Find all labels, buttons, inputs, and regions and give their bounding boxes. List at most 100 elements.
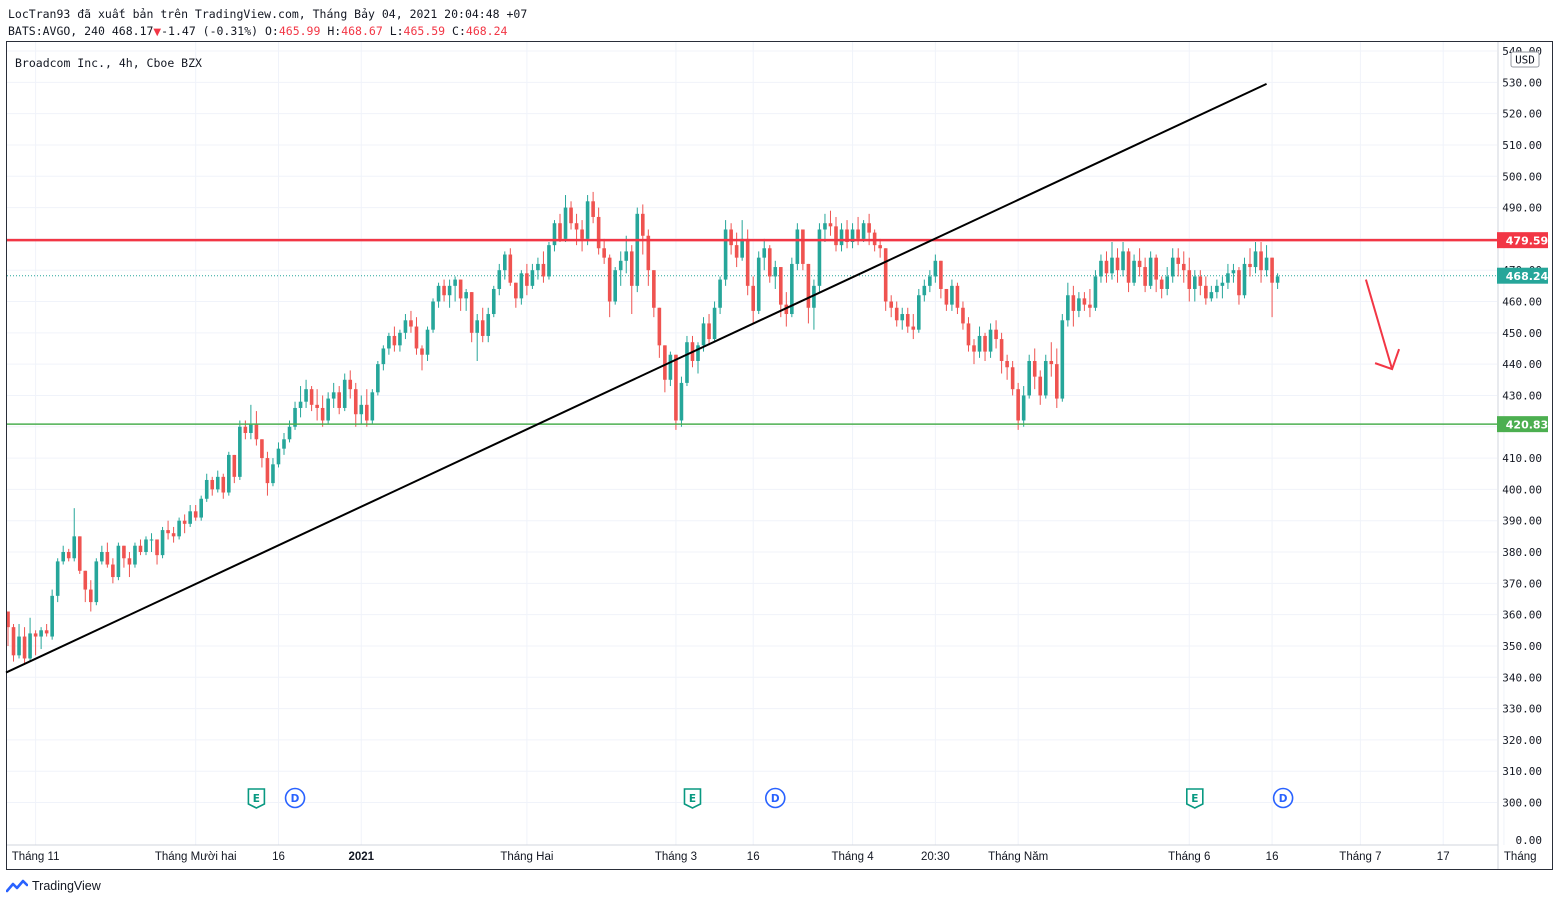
candle-up — [398, 332, 402, 346]
candle-up — [988, 329, 993, 352]
x-tick-label: Tháng 6 — [1168, 851, 1210, 863]
candle-down — [806, 263, 811, 308]
candle-up — [436, 285, 441, 302]
x-tick-label: Tháng Mười hai — [155, 851, 237, 863]
candle-down — [558, 223, 562, 239]
candle-up — [342, 379, 347, 408]
candle-down — [883, 248, 888, 302]
candle-down — [221, 476, 226, 493]
trend-line — [5, 82, 1267, 674]
x-tick-label: Tháng 3 — [655, 851, 697, 863]
candle-down — [966, 323, 971, 346]
y-tick-label: 400.00 — [1502, 483, 1542, 496]
earnings-label: E — [1191, 793, 1198, 805]
candle-up — [133, 545, 137, 565]
candle-up — [1132, 260, 1136, 283]
candle-up — [287, 426, 292, 440]
candle-down — [591, 201, 595, 217]
candle-down — [1154, 257, 1158, 280]
candle-up — [387, 335, 391, 349]
candle-up — [238, 426, 242, 477]
candle-down — [1016, 389, 1020, 421]
candle-up — [1209, 292, 1214, 299]
candle-up — [326, 398, 330, 421]
candle-down — [1270, 257, 1274, 283]
candle-down — [939, 260, 943, 289]
candle-up — [701, 323, 706, 346]
candle-up — [817, 229, 822, 286]
candle-down — [193, 511, 198, 518]
candle-down — [77, 536, 82, 571]
y-tick-label: 360.00 — [1502, 609, 1542, 622]
candle-up — [900, 314, 905, 321]
candle-up — [28, 633, 32, 659]
candle-up — [552, 223, 557, 246]
tradingview-footer[interactable]: TradingView — [6, 879, 101, 893]
candle-down — [999, 339, 1004, 361]
candle-up — [613, 270, 617, 302]
y-tick-label: 530.00 — [1502, 76, 1542, 89]
candle-up — [696, 345, 700, 361]
candle-up — [1220, 282, 1225, 286]
candle-up — [1165, 276, 1169, 289]
candle-down — [1204, 285, 1208, 299]
candle-down — [232, 454, 237, 477]
candle-down — [1082, 298, 1087, 305]
candle-up — [1077, 298, 1081, 311]
earnings-label: E — [689, 793, 696, 805]
candle-up — [635, 213, 640, 286]
candle-down — [66, 552, 71, 559]
y-tick-label: 500.00 — [1502, 170, 1542, 183]
candle-up — [1264, 257, 1269, 271]
candle-up — [215, 476, 220, 490]
candle-down — [779, 267, 783, 305]
candle-down — [1187, 270, 1192, 289]
candle-up — [144, 539, 148, 552]
y-tick-label: 430.00 — [1502, 389, 1542, 402]
candle-up — [160, 530, 165, 556]
candle-up — [1021, 395, 1026, 421]
price-chart[interactable]: 540.00530.00520.00510.00500.00490.00480.… — [0, 0, 1560, 907]
candle-down — [944, 288, 949, 305]
candle-up — [61, 552, 65, 562]
candle-down — [337, 392, 341, 408]
candle-down — [1038, 376, 1043, 396]
candle-down — [210, 479, 215, 490]
candle-up — [1253, 251, 1258, 268]
x-tick-label: Tháng 11 — [12, 851, 60, 863]
candle-up — [1066, 295, 1070, 321]
arrow-shaft — [1364, 279, 1394, 370]
x-tick-label: 20:30 — [921, 851, 950, 863]
candle-down — [856, 229, 860, 239]
candle-down — [1005, 360, 1009, 368]
candle-up — [370, 392, 375, 421]
candle-down — [414, 326, 419, 349]
candle-down — [420, 348, 424, 355]
x-tick-label: Tháng Năm — [988, 851, 1048, 863]
candle-down — [1181, 263, 1186, 271]
candle-down — [1198, 276, 1203, 286]
candle-down — [911, 326, 916, 330]
candle-down — [602, 248, 606, 258]
candle-down — [171, 533, 176, 537]
candle-down — [1115, 257, 1120, 271]
candle-up — [1242, 263, 1247, 296]
candle-down — [834, 226, 838, 246]
candle-down — [1248, 263, 1252, 268]
y-tick-label: 320.00 — [1502, 734, 1542, 747]
candle-up — [679, 382, 684, 421]
candle-up — [249, 423, 253, 434]
candle-down — [1137, 260, 1142, 268]
candle-down — [1176, 257, 1181, 264]
candle-down — [1237, 270, 1241, 296]
price-label-value: 420.83 — [1506, 419, 1548, 432]
candle-down — [44, 630, 49, 634]
candle-down — [729, 229, 733, 246]
candle-down — [254, 423, 259, 440]
candle-up — [762, 248, 767, 258]
candle-down — [1055, 364, 1059, 399]
candle-down — [508, 254, 513, 283]
candle-up — [1275, 276, 1280, 283]
candle-down — [155, 539, 159, 556]
candles — [7, 191, 1280, 665]
